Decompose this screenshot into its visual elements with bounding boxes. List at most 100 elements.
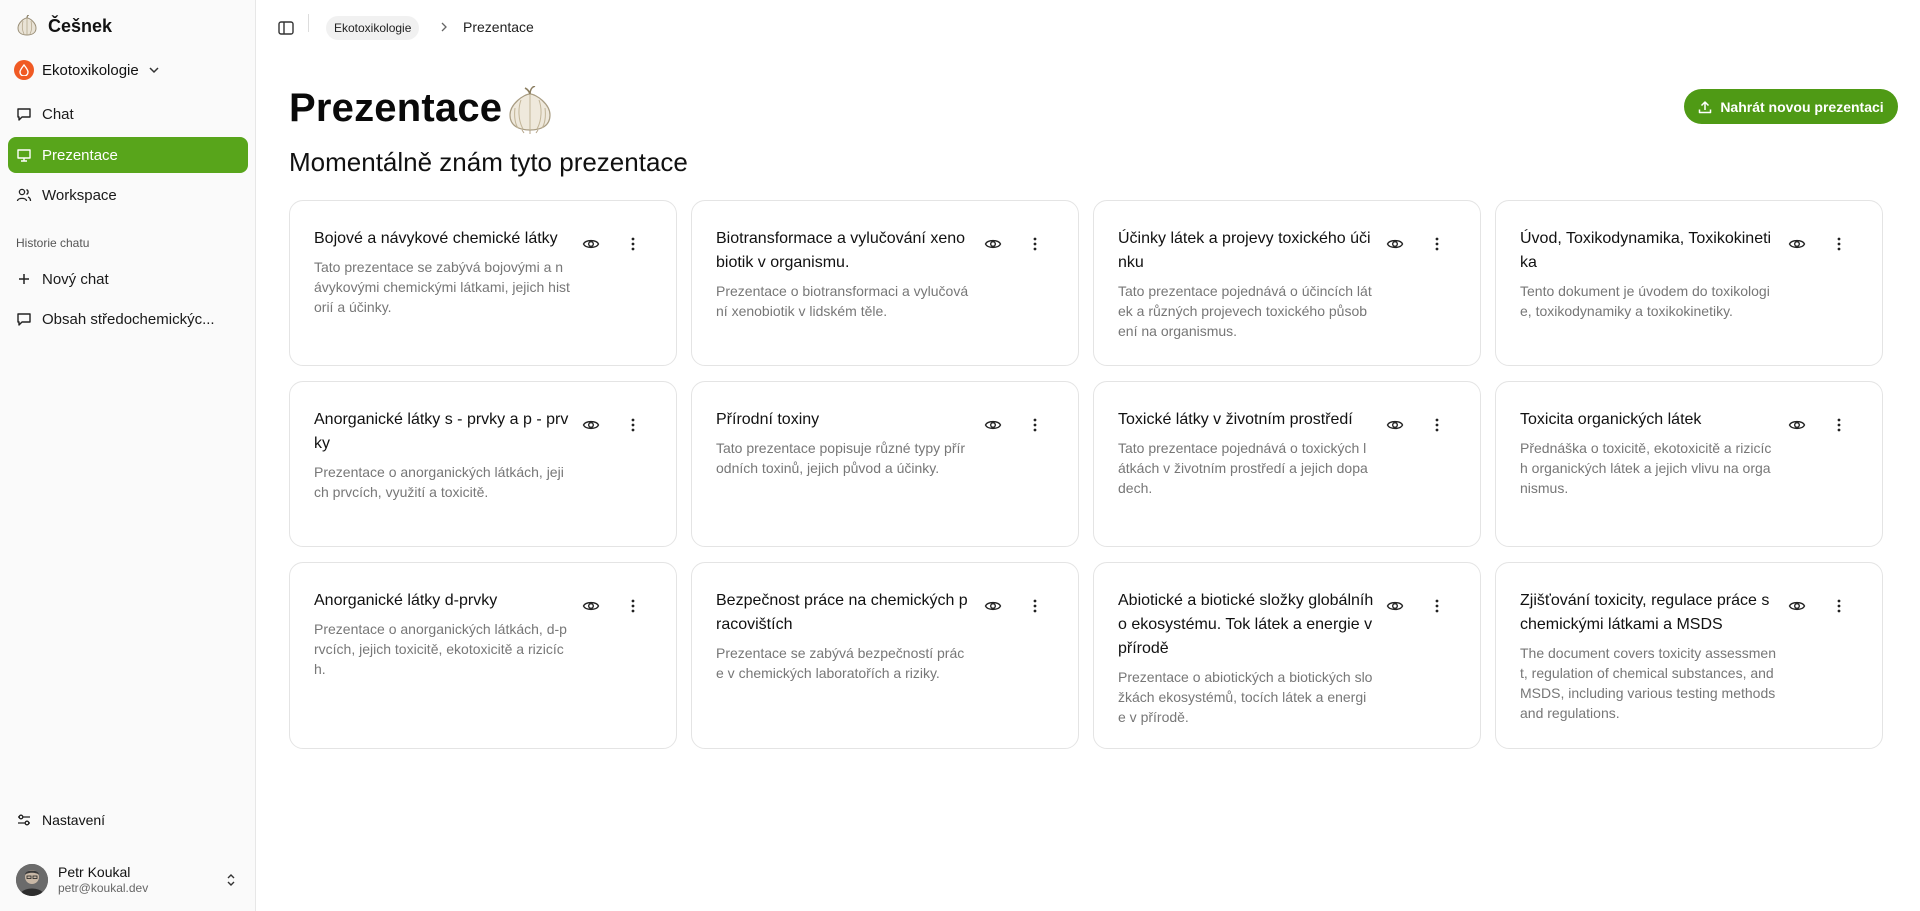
history-heading: Historie chatu — [16, 236, 90, 250]
card-description: Tato prezentace se zabývá bojovými a náv… — [314, 259, 570, 315]
eye-icon[interactable] — [582, 235, 600, 253]
card-title: Abiotické a biotické složky globálního e… — [1118, 592, 1374, 657]
sidebar-toggle-icon[interactable] — [276, 18, 296, 38]
sidebar: Češnek Ekotoxikologie Chat Prezentace Wo… — [0, 0, 256, 911]
page-title: Prezentace — [289, 86, 503, 130]
eye-icon[interactable] — [1386, 235, 1404, 253]
org-switcher[interactable]: Ekotoxikologie — [14, 60, 161, 80]
user-menu[interactable]: Petr Koukal petr@koukal.dev — [8, 858, 248, 902]
app-name: Češnek — [48, 15, 113, 36]
divider — [308, 14, 309, 32]
presentation-card[interactable]: Abiotické a biotické složky globálního e… — [1093, 562, 1481, 749]
presentation-card[interactable]: Přírodní toxiny Tato prezentace popisuje… — [691, 381, 1079, 547]
more-vertical-icon[interactable] — [624, 597, 642, 615]
settings-label: Nastavení — [42, 812, 106, 828]
card-description: Prezentace o biotransformaci a vylučován… — [716, 283, 969, 319]
settings-button[interactable]: Nastavení — [8, 802, 248, 838]
card-description: Prezentace o anorganických látkách, jeji… — [314, 464, 564, 500]
page-subtitle: Momentálně znám tyto prezentace — [289, 147, 688, 177]
more-vertical-icon[interactable] — [1428, 416, 1446, 434]
chat-icon — [17, 313, 31, 326]
card-title: Toxické látky v životním prostředí — [1118, 411, 1353, 428]
brand[interactable]: Češnek — [14, 14, 112, 38]
card-description: Tento dokument je úvodem do toxikologie,… — [1520, 283, 1770, 319]
upload-presentation-button[interactable]: Nahrát novou prezentaci — [1684, 89, 1898, 124]
nav-item-workspace[interactable]: Workspace — [8, 177, 248, 213]
card-title: Úvod, Toxikodynamika, Toxikokinetika — [1520, 230, 1772, 271]
new-chat-button[interactable]: Nový chat — [8, 261, 248, 297]
eye-icon[interactable] — [1788, 597, 1806, 615]
nav-item-label: Chat — [42, 105, 74, 123]
org-name: Ekotoxikologie — [42, 61, 139, 79]
chevron-down-icon — [149, 67, 159, 74]
eye-icon[interactable] — [582, 416, 600, 434]
more-vertical-icon[interactable] — [1428, 235, 1446, 253]
eye-icon[interactable] — [984, 235, 1002, 253]
card-description: Prezentace se zabývá bezpečností práce v… — [716, 645, 965, 681]
chevrons-up-down-icon — [227, 874, 235, 886]
presentation-card[interactable]: Bezpečnost práce na chemických pracovišt… — [691, 562, 1079, 749]
more-vertical-icon[interactable] — [1830, 416, 1848, 434]
card-title: Anorganické látky d-prvky — [314, 592, 498, 609]
card-description: Prezentace o abiotických a biotických sl… — [1118, 669, 1373, 725]
upload-button-label: Nahrát novou prezentaci — [1720, 98, 1884, 115]
eye-icon[interactable] — [1386, 597, 1404, 615]
nav-item-label: Prezentace — [42, 146, 118, 164]
presentation-card[interactable]: Toxické látky v životním prostředí Tato … — [1093, 381, 1481, 547]
presentation-icon — [17, 149, 31, 162]
chevron-right-icon — [441, 22, 447, 32]
card-title: Bojové a návykové chemické látky — [314, 230, 558, 247]
user-name: Petr Koukal — [58, 864, 131, 880]
more-vertical-icon[interactable] — [1830, 235, 1848, 253]
card-title: Účinky látek a projevy toxického účinku — [1118, 230, 1371, 271]
presentation-card[interactable]: Úvod, Toxikodynamika, Toxikokinetika Ten… — [1495, 200, 1883, 366]
card-description: The document covers toxicity assessment,… — [1520, 645, 1776, 721]
new-chat-label: Nový chat — [42, 270, 109, 288]
eye-icon[interactable] — [984, 416, 1002, 434]
presentation-card[interactable]: Toxicita organických látek Přednáška o t… — [1495, 381, 1883, 547]
card-title: Zjišťování toxicity, regulace práce s ch… — [1520, 592, 1770, 633]
more-vertical-icon[interactable] — [1428, 597, 1446, 615]
breadcrumb-item-ekotoxikologie[interactable]: Ekotoxikologie — [326, 16, 420, 40]
more-vertical-icon[interactable] — [1026, 416, 1044, 434]
presentation-grid: Bojové a návykové chemické látky Tato pr… — [289, 200, 1883, 749]
card-description: Prezentace o anorganických látkách, d-pr… — [314, 621, 567, 677]
upload-icon — [1699, 100, 1712, 113]
presentation-card[interactable]: Zjišťování toxicity, regulace práce s ch… — [1495, 562, 1883, 749]
nav-item-chat[interactable]: Chat — [8, 96, 248, 132]
presentation-card[interactable]: Biotransformace a vylučování xenobiotik … — [691, 200, 1079, 366]
card-description: Tato prezentace popisuje různé typy přír… — [716, 440, 966, 476]
more-vertical-icon[interactable] — [624, 235, 642, 253]
nav-item-label: Workspace — [42, 186, 117, 204]
plus-icon — [19, 274, 29, 284]
presentation-card[interactable]: Bojové a návykové chemické látky Tato pr… — [289, 200, 677, 366]
history-item[interactable]: Obsah středochemickýc... — [8, 301, 248, 337]
presentation-card[interactable]: Anorganické látky s - prvky a p - prvky … — [289, 381, 677, 547]
org-drop-icon — [14, 60, 34, 80]
eye-icon[interactable] — [1788, 235, 1806, 253]
eye-icon[interactable] — [582, 597, 600, 615]
card-title: Biotransformace a vylučování xenobiotik … — [716, 230, 966, 271]
breadcrumb-current: Prezentace — [463, 19, 534, 35]
more-vertical-icon[interactable] — [624, 416, 642, 434]
card-description: Přednáška o toxicitě, ekotoxicitě a rizi… — [1520, 440, 1772, 496]
user-info: Petr Koukal petr@koukal.dev — [58, 864, 148, 896]
eye-icon[interactable] — [984, 597, 1002, 615]
more-vertical-icon[interactable] — [1830, 597, 1848, 615]
card-title: Anorganické látky s - prvky a p - prvky — [314, 411, 569, 452]
card-description: Tato prezentace pojednává o účincích lát… — [1118, 283, 1372, 339]
presentation-card[interactable]: Anorganické látky d-prvky Prezentace o a… — [289, 562, 677, 749]
nav-item-prezentace[interactable]: Prezentace — [8, 137, 248, 173]
users-icon — [16, 188, 32, 202]
presentation-card[interactable]: Účinky látek a projevy toxického účinku … — [1093, 200, 1481, 366]
eye-icon[interactable] — [1788, 416, 1806, 434]
avatar — [16, 864, 48, 896]
card-title: Bezpečnost práce na chemických pracovišt… — [716, 592, 968, 633]
history-item-label: Obsah středochemickýc... — [42, 310, 215, 328]
chat-icon — [17, 108, 31, 121]
more-vertical-icon[interactable] — [1026, 597, 1044, 615]
eye-icon[interactable] — [1386, 416, 1404, 434]
topbar: Ekotoxikologie Prezentace — [256, 0, 1920, 56]
more-vertical-icon[interactable] — [1026, 235, 1044, 253]
card-title: Toxicita organických látek — [1520, 411, 1702, 428]
